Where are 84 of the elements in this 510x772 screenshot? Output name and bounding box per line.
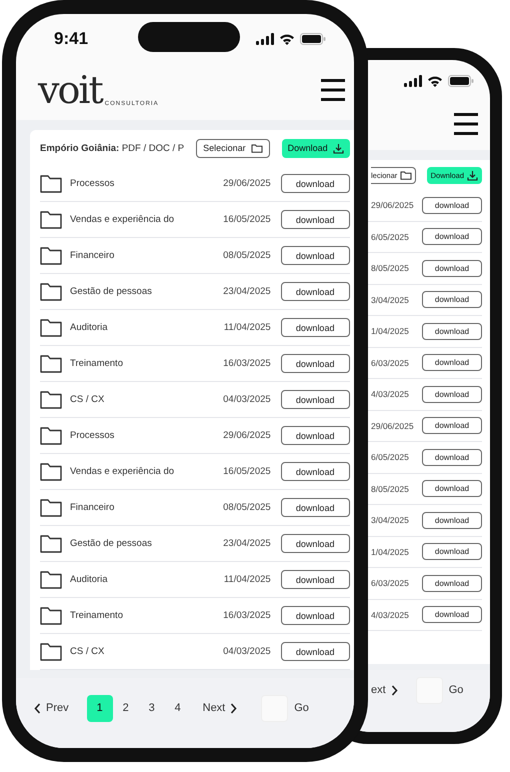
date-text: 08/05/2025	[223, 250, 271, 261]
date-text: 16/03/2025	[223, 358, 271, 369]
download-button[interactable]: download	[280, 246, 350, 265]
date-text: 11/04/2025	[224, 322, 271, 333]
folder-name: Processos	[70, 430, 114, 441]
download-button[interactable]: download	[280, 534, 350, 553]
date-text: 16/05/2025	[223, 214, 271, 225]
date-text: 3/04/2025	[371, 515, 409, 526]
date-text: 23/04/2025	[223, 286, 271, 297]
folder-name: Gestão de pessoas	[70, 538, 152, 549]
download-button[interactable]: download	[422, 480, 482, 498]
page-button[interactable]: 2	[112, 694, 139, 722]
folder-name: CS / CX	[70, 646, 104, 657]
folder-name: CS / CX	[70, 394, 104, 405]
folder-name: Vendas e experiência do	[70, 214, 174, 225]
date-text: 16/05/2025	[223, 466, 271, 477]
folder-name: Treinamento	[70, 610, 123, 621]
download-button[interactable]: download	[280, 642, 350, 661]
download-button[interactable]: download	[422, 354, 482, 372]
download-button[interactable]: download	[422, 512, 482, 529]
date-text: 04/03/2025	[223, 646, 271, 657]
folder-name: Financeiro	[70, 250, 114, 261]
download-button[interactable]: download	[280, 498, 350, 517]
download-button[interactable]: download	[280, 282, 350, 301]
logo-text: voit	[38, 71, 102, 109]
date-text: 29/06/2025	[371, 200, 414, 210]
next-link[interactable]: ext	[371, 684, 398, 696]
folder-name: Processos	[70, 178, 114, 189]
date-text: 8/05/2025	[371, 263, 409, 274]
date-text: 16/03/2025	[223, 610, 271, 621]
date-text: 6/05/2025	[371, 452, 409, 462]
date-text: 04/03/2025	[223, 394, 271, 405]
go-button[interactable]: Go	[294, 702, 309, 714]
date-text: 29/06/2025	[223, 178, 271, 189]
download-button[interactable]: download	[422, 196, 482, 214]
page-button[interactable]: 4	[164, 694, 191, 722]
download-button[interactable]: download	[422, 417, 482, 434]
download-button[interactable]: Download	[282, 138, 350, 158]
download-button[interactable]: download	[422, 291, 482, 308]
download-button[interactable]: download	[280, 570, 350, 589]
status-time: 9:41	[54, 29, 88, 49]
prev-link[interactable]: Prev	[34, 702, 69, 714]
download-button[interactable]: download	[280, 174, 350, 193]
folder-name: Treinamento	[70, 358, 123, 369]
date-text: 6/03/2025	[371, 578, 409, 588]
date-text: 6/03/2025	[371, 358, 409, 368]
folder-name: Auditoria	[70, 574, 108, 585]
download-button[interactable]: download	[280, 426, 350, 445]
date-text: 1/04/2025	[371, 326, 409, 336]
date-text: 8/05/2025	[371, 484, 409, 494]
date-text: 4/03/2025	[371, 610, 409, 620]
date-text: 23/04/2025	[223, 538, 271, 549]
download-button[interactable]: download	[422, 448, 482, 466]
date-text: 3/04/2025	[371, 294, 409, 305]
date-text: 11/04/2025	[224, 574, 271, 585]
download-button[interactable]: download	[422, 606, 482, 624]
download-button[interactable]: download	[422, 322, 482, 340]
download-button[interactable]: download	[422, 574, 482, 592]
download-button[interactable]: download	[280, 318, 350, 337]
download-button[interactable]: download	[280, 354, 350, 373]
download-button[interactable]: download	[422, 228, 482, 246]
download-button[interactable]: download	[422, 260, 482, 277]
page-button[interactable]: 3	[138, 694, 165, 722]
date-text: 6/05/2025	[371, 232, 409, 242]
download-button[interactable]: download	[280, 462, 350, 481]
download-button[interactable]: download	[422, 543, 482, 560]
date-text: 08/05/2025	[223, 502, 271, 513]
select-button[interactable]: Selecionar	[196, 138, 270, 158]
go-button[interactable]: Go	[448, 684, 464, 696]
page-button[interactable]: 1	[86, 694, 113, 722]
folder-path: Empório Goiânia: PDF / DOC / P	[40, 142, 184, 154]
folder-name: Financeiro	[70, 502, 114, 513]
date-text: 29/06/2025	[223, 430, 271, 441]
date-text: 29/06/2025	[371, 420, 414, 431]
next-link[interactable]: Next	[202, 702, 238, 714]
folder-name: Vendas e experiência do	[70, 466, 174, 477]
folder-name: Auditoria	[70, 322, 108, 333]
folder-name: Gestão de pessoas	[70, 286, 152, 297]
date-text: 4/03/2025	[371, 389, 409, 400]
download-button[interactable]: download	[422, 386, 482, 403]
download-button[interactable]: download	[280, 390, 350, 409]
date-text: 1/04/2025	[371, 546, 409, 557]
download-button[interactable]: download	[280, 210, 350, 229]
download-button[interactable]: download	[280, 606, 350, 625]
